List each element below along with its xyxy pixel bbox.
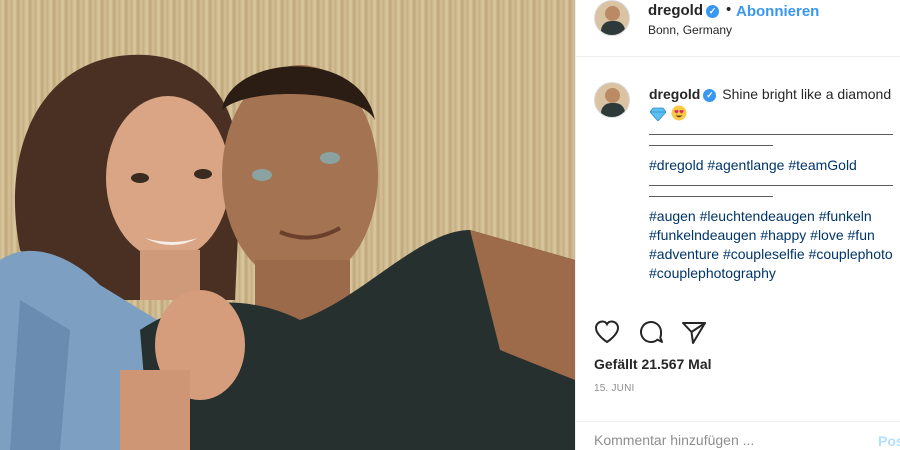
hashtag-link[interactable]: #funkelndeaugen (649, 227, 756, 243)
comment-input[interactable] (594, 432, 834, 448)
hashtags-line-1: #dregold #agentlange #teamGold (649, 156, 897, 175)
avatar-head-shape (605, 6, 620, 21)
hashtag-link[interactable]: #dregold (649, 157, 704, 173)
likes-count[interactable]: Gefällt 21.567 Mal (594, 356, 712, 372)
header-username[interactable]: dregold ✓ (648, 2, 719, 19)
comment-icon[interactable] (637, 318, 665, 346)
heart-eyes-emoji-icon (671, 105, 687, 121)
caption-divider (649, 134, 893, 135)
avatar-body-shape (601, 103, 625, 117)
share-icon[interactable] (680, 318, 708, 346)
avatar-body-shape (601, 21, 625, 35)
hashtag-link[interactable]: #coupleselfie (723, 246, 805, 262)
verified-badge-icon: ✓ (706, 5, 719, 18)
gem-emoji-icon (650, 107, 666, 121)
hashtag-link[interactable]: #agentlange (707, 157, 784, 173)
heart-icon[interactable] (593, 318, 621, 346)
post-photo[interactable] (0, 0, 575, 450)
caption-username-label: dregold (649, 86, 701, 102)
location-link[interactable]: Bonn, Germany (648, 23, 732, 37)
verified-badge-icon: ✓ (703, 89, 717, 102)
caption-divider-short (649, 196, 773, 197)
caption-comment: dregold ✓ Shine bright like a diamond #dr… (576, 70, 900, 310)
caption-text: Shine bright like a diamond (722, 86, 892, 102)
caption-divider-short (649, 145, 773, 146)
caption-divider (649, 185, 893, 186)
post-details-panel: dregold ✓ • Abonnieren Bonn, Germany dreg… (575, 0, 900, 450)
caption-avatar[interactable] (594, 82, 630, 118)
header-separator: • (726, 1, 732, 18)
post-date: 15. JUNI (594, 383, 635, 394)
hashtag-link[interactable]: #teamGold (788, 157, 856, 173)
follow-button[interactable]: Abonnieren (736, 3, 819, 20)
avatar-head-shape (605, 88, 620, 103)
caption-username[interactable]: dregold ✓ (649, 86, 717, 102)
post-header: dregold ✓ • Abonnieren Bonn, Germany (576, 0, 900, 57)
comment-bar: Posten (576, 421, 900, 450)
hashtag-link[interactable]: #happy (760, 227, 806, 243)
hashtag-link[interactable]: #fun (848, 227, 875, 243)
hashtag-link[interactable]: #augen (649, 208, 696, 224)
selfie-couple-image (0, 0, 575, 450)
hashtag-link[interactable]: #leuchtendeaugen (700, 208, 815, 224)
avatar[interactable] (594, 0, 630, 36)
hashtag-link[interactable]: #couplephoto (809, 246, 893, 262)
hashtags-line-2: #augen #leuchtendeaugen #funkeln #funkel… (649, 207, 897, 283)
hashtag-link[interactable]: #love (810, 227, 843, 243)
post-button[interactable]: Posten (878, 433, 900, 449)
action-bar (576, 316, 900, 348)
hashtag-link[interactable]: #funkeln (819, 208, 872, 224)
hashtag-link[interactable]: #adventure (649, 246, 719, 262)
header-username-label: dregold (648, 2, 703, 19)
caption-text-block: dregold ✓ Shine bright like a diamond #dr… (649, 84, 897, 283)
hashtag-link[interactable]: #couplephotography (649, 265, 776, 281)
